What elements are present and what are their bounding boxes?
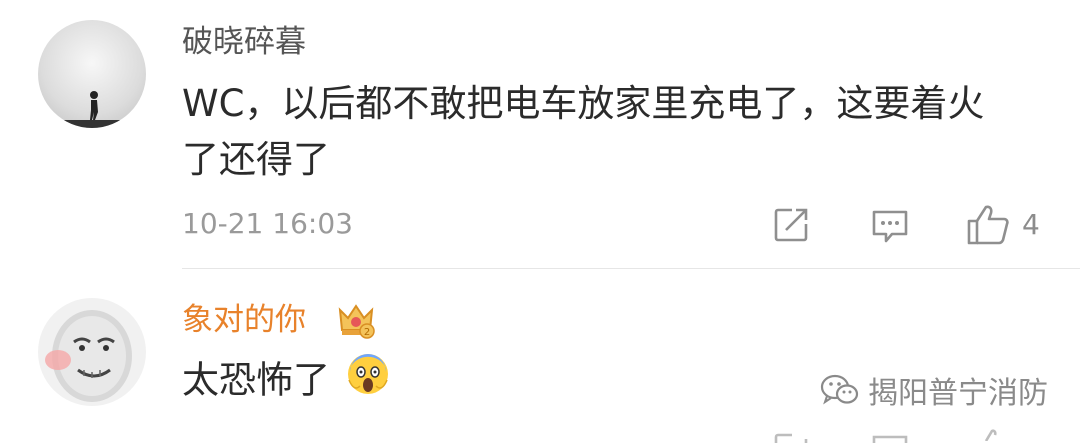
username[interactable]: 象对的你	[182, 300, 306, 340]
reply-icon	[872, 435, 908, 443]
silhouette-figure-icon	[38, 91, 146, 128]
wechat-icon	[820, 374, 859, 405]
share-button[interactable]	[772, 206, 810, 248]
comment-item: 破晓碎暮 WC，以后都不敢把电车放家里充电了，这要着火 了还得了 10-21 1…	[0, 0, 1080, 270]
avatar[interactable]	[38, 298, 146, 406]
like-button[interactable]	[980, 426, 1000, 445]
timestamp: 10-21 16:03	[182, 207, 353, 240]
comment-text: WC，以后都不敢把电车放家里充电了，这要着火	[182, 82, 985, 125]
share-button[interactable]	[772, 428, 810, 447]
reply-button[interactable]	[870, 206, 910, 250]
crown-badge-icon: 2	[336, 300, 376, 344]
comment-text-continued: 了还得了	[182, 138, 330, 181]
meme-face-avatar-icon	[45, 310, 132, 402]
username[interactable]: 破晓碎暮	[182, 22, 306, 62]
thumbs-up-icon	[984, 429, 997, 442]
like-button[interactable]	[966, 203, 1010, 249]
watermark-text: 揭阳普宁消防	[868, 376, 1048, 411]
watermark: 揭阳普宁消防	[820, 368, 1048, 412]
scream-emoji-icon	[346, 352, 390, 412]
reply-button[interactable]	[870, 428, 910, 447]
svg-text:2: 2	[364, 327, 370, 338]
reply-icon	[872, 210, 908, 243]
share-icon	[774, 208, 808, 242]
divider	[182, 268, 1080, 269]
avatar[interactable]	[38, 20, 146, 128]
thumbs-up-icon	[967, 205, 1009, 245]
comment-text: 太恐怖了	[182, 352, 390, 412]
like-count: 4	[1022, 208, 1040, 241]
share-icon	[774, 433, 808, 443]
comment-text-label: 太恐怖了	[182, 358, 330, 402]
